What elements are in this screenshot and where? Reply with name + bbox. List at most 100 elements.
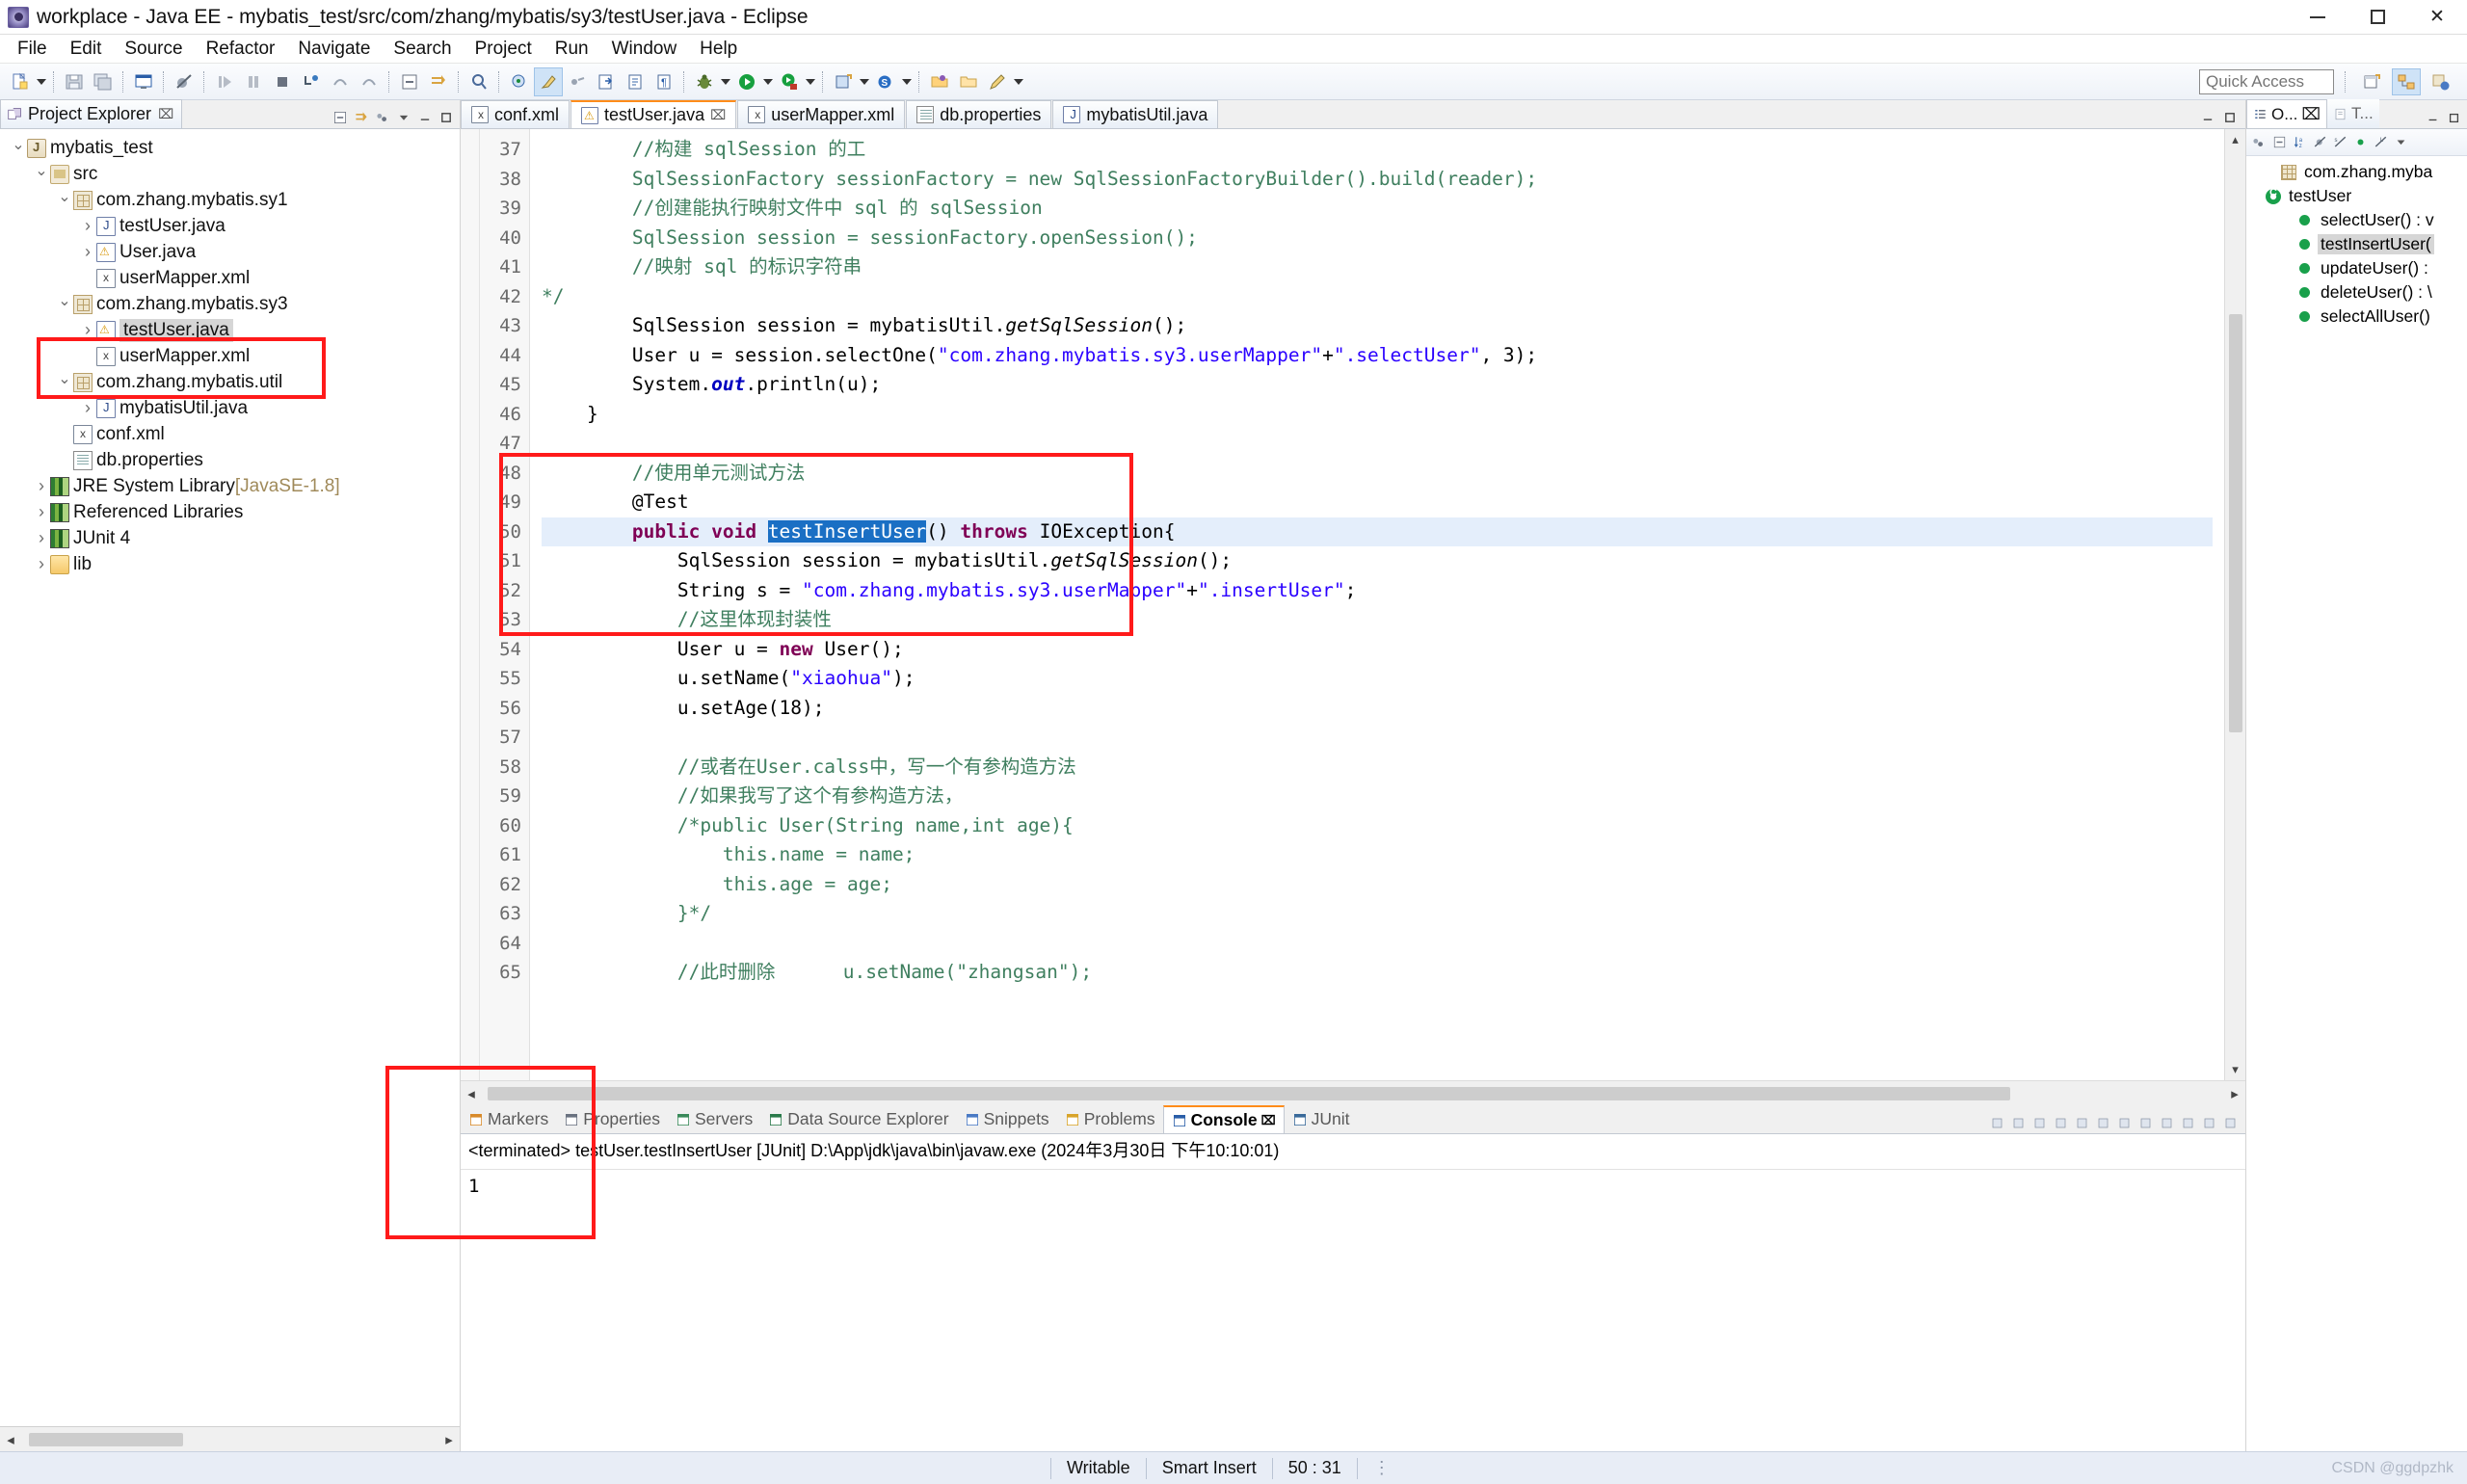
expand-arrow-closed-icon[interactable]	[33, 502, 50, 522]
tree-item[interactable]: User.java	[0, 239, 460, 265]
minimize-view-icon[interactable]	[415, 107, 435, 128]
close-button[interactable]: ✕	[2407, 0, 2467, 35]
code-line[interactable]: SqlSession session = sessionFactory.open…	[542, 224, 2213, 253]
editor-tab[interactable]: userMapper.xml	[737, 100, 906, 128]
run-external-tools-icon[interactable]	[775, 67, 804, 96]
minimize-button[interactable]	[2288, 0, 2348, 35]
tab-project-explorer[interactable]: Project Explorer ⌧	[0, 99, 183, 128]
menu-edit[interactable]: Edit	[59, 37, 114, 62]
resume-icon[interactable]	[210, 67, 239, 96]
code-line[interactable]	[542, 723, 2213, 753]
outline-item[interactable]: testInsertUser(	[2246, 232, 2467, 256]
close-icon[interactable]: ⌧	[158, 106, 173, 122]
tree-item[interactable]: com.zhang.mybatis.sy1	[0, 187, 460, 213]
step-return-icon[interactable]	[355, 67, 384, 96]
code-line[interactable]: */	[542, 282, 2213, 312]
editor-tab[interactable]: conf.xml	[461, 100, 570, 128]
pin-console-icon[interactable]	[2093, 1112, 2112, 1133]
maximize-editor-icon[interactable]	[2220, 107, 2240, 128]
remove-launch-icon[interactable]	[2008, 1112, 2028, 1133]
console-view-icon[interactable]	[129, 67, 158, 96]
expand-arrow-open-icon[interactable]	[10, 139, 27, 158]
code-line[interactable]: //如果我写了这个有参构造方法，	[542, 782, 2213, 811]
editor-tab[interactable]: mybatisUtil.java	[1052, 100, 1219, 128]
outline-view-dropdown-icon[interactable]	[2391, 132, 2410, 153]
code-line[interactable]: }	[542, 400, 2213, 430]
code-line[interactable]: u.setName("xiaohua");	[542, 664, 2213, 694]
scroll-right-icon[interactable]: ▸	[2224, 1082, 2245, 1105]
menu-help[interactable]: Help	[688, 37, 749, 62]
outline-item[interactable]: testUser	[2246, 184, 2467, 208]
hide-local-icon[interactable]: L	[2371, 132, 2390, 153]
expand-arrow-closed-icon[interactable]	[33, 528, 50, 548]
word-wrap-icon[interactable]	[2114, 1112, 2134, 1133]
tree-item[interactable]: com.zhang.mybatis.util	[0, 369, 460, 395]
marker-bar[interactable]	[461, 129, 480, 1080]
code-line[interactable]: String s = "com.zhang.mybatis.sy3.userMa…	[542, 576, 2213, 606]
console-tab[interactable]: Problems	[1057, 1105, 1163, 1133]
tree-item[interactable]: mybatis_test	[0, 135, 460, 161]
code-line[interactable]: u.setAge(18);	[542, 694, 2213, 724]
view-menu-icon[interactable]	[373, 107, 392, 128]
code-line[interactable]: this.name = name;	[542, 840, 2213, 870]
external-tools-dropdown-icon[interactable]	[804, 67, 817, 96]
tree-item[interactable]: conf.xml	[0, 421, 460, 447]
show-whitespace-icon[interactable]	[621, 67, 650, 96]
new-java-package-icon[interactable]	[829, 67, 858, 96]
tree-item[interactable]: userMapper.xml	[0, 343, 460, 369]
code-line[interactable]: /*public User(String name,int age){	[542, 811, 2213, 841]
menu-project[interactable]: Project	[464, 37, 544, 62]
expand-arrow-closed-icon[interactable]	[33, 554, 50, 574]
scroll-lock-icon[interactable]	[2072, 1112, 2091, 1133]
collapse-all-icon[interactable]	[395, 67, 424, 96]
vscroll-thumb[interactable]	[2228, 313, 2242, 732]
quick-access-input[interactable]	[2199, 68, 2334, 94]
hscroll-thumb[interactable]	[488, 1086, 2010, 1100]
suspend-icon[interactable]	[239, 67, 268, 96]
step-into-icon[interactable]	[297, 67, 326, 96]
source-code[interactable]: //构建 sqlSession 的工 SqlSessionFactory ses…	[530, 135, 2213, 988]
debug-icon[interactable]	[690, 67, 719, 96]
outline-tree[interactable]: com.zhang.myba testUser selectUser() : v te…	[2246, 156, 2467, 1451]
link-with-editor-icon[interactable]	[352, 107, 371, 128]
code-line[interactable]: SqlSession session = mybatisUtil.getSqlS…	[542, 311, 2213, 341]
outline-item[interactable]: deleteUser() : \	[2246, 280, 2467, 305]
maximize-view-icon[interactable]	[2444, 107, 2463, 128]
collapse-all-icon[interactable]	[331, 107, 350, 128]
toggle-mark-occurrences-icon[interactable]	[563, 67, 592, 96]
skip-breakpoints-icon[interactable]	[170, 67, 199, 96]
expand-arrow-open-icon[interactable]	[56, 295, 73, 314]
code-line[interactable]: User u = new User();	[542, 635, 2213, 665]
console-tab[interactable]: Snippets	[957, 1105, 1057, 1133]
code-line[interactable]: //使用单元测试方法	[542, 459, 2213, 489]
code-line[interactable]: public void testInsertUser() throws IOEx…	[542, 517, 2213, 546]
hscroll-track[interactable]	[482, 1082, 2224, 1105]
editor-tab[interactable]: testUser.java ⌧	[570, 100, 737, 128]
overview-ruler[interactable]	[2213, 129, 2224, 1080]
step-over-icon[interactable]	[326, 67, 355, 96]
console-tab[interactable]: JUnit	[1285, 1105, 1358, 1133]
code-line[interactable]: this.age = age;	[542, 870, 2213, 900]
outline-item[interactable]: updateUser() :	[2246, 256, 2467, 280]
java-ee-perspective-icon[interactable]	[2392, 67, 2421, 95]
code-line[interactable]: }*/	[542, 899, 2213, 929]
menu-search[interactable]: Search	[382, 37, 463, 62]
sort-alphabetically-icon[interactable]: az	[2290, 132, 2309, 153]
tree-item[interactable]: Referenced Libraries	[0, 499, 460, 525]
outline-item[interactable]: com.zhang.myba	[2246, 160, 2467, 184]
menu-run[interactable]: Run	[544, 37, 600, 62]
new-class-dropdown-icon[interactable]	[900, 67, 914, 96]
close-icon[interactable]: ⌧	[710, 107, 726, 123]
scroll-up-icon[interactable]: ▴	[2226, 129, 2245, 150]
expand-arrow-open-icon[interactable]	[56, 191, 73, 210]
editor-hscrollbar[interactable]: ◂ ▸	[461, 1080, 2245, 1105]
new-icon[interactable]	[6, 67, 35, 96]
edit-dropdown-icon[interactable]	[1012, 67, 1025, 96]
editor-tab[interactable]: db.properties	[906, 100, 1052, 128]
console-tab[interactable]: Markers	[461, 1105, 556, 1133]
code-line[interactable]	[542, 929, 2213, 959]
open-folder-icon[interactable]	[925, 67, 954, 96]
tree-item[interactable]: db.properties	[0, 447, 460, 473]
menu-source[interactable]: Source	[113, 37, 194, 62]
expand-arrow-closed-icon[interactable]	[79, 216, 96, 236]
